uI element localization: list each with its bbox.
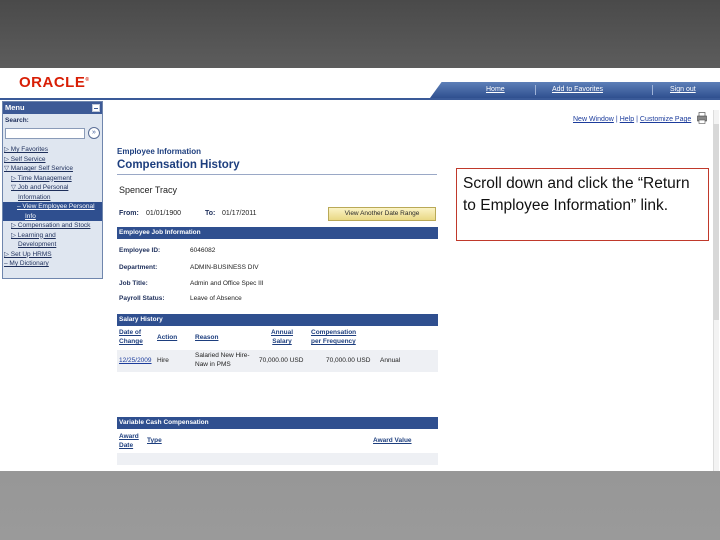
menu-item-self-service[interactable]: ▷ Self Service	[3, 155, 102, 165]
department-label: Department:	[119, 264, 158, 271]
salary-history-section-header: Salary History	[117, 314, 438, 326]
comp-value: 70,000.00 USD	[326, 357, 371, 364]
menu-search-input[interactable]	[5, 128, 85, 139]
col-comp-per-frequency[interactable]: Compensation per Frequency	[311, 328, 366, 346]
page-title: Compensation History	[117, 159, 240, 171]
breadcrumb: Employee Information	[117, 147, 202, 156]
view-another-date-range-button[interactable]: View Another Date Range	[328, 207, 436, 221]
nav-divider	[652, 85, 653, 95]
menu-item-setup-hrms[interactable]: ▷ Set Up HRMS	[3, 250, 102, 260]
table-row	[117, 453, 438, 465]
header-rule	[0, 98, 720, 100]
menu-tree: ▷ My Favorites ▷ Self Service ▽ Manager …	[3, 145, 102, 269]
scrollbar-thumb[interactable]	[713, 124, 719, 320]
action-value: Hire	[157, 357, 169, 364]
browser-viewport: ORACLE® Home Add to Favorites Sign out M…	[0, 68, 720, 471]
menu-item-time-management[interactable]: ▷ Time Management	[3, 174, 102, 184]
menu-item-manager-self-service[interactable]: ▽ Manager Self Service	[3, 164, 102, 174]
customize-page-link[interactable]: Customize Page	[640, 116, 691, 123]
job-title-label: Job Title:	[119, 280, 148, 287]
payroll-status-label: Payroll Status:	[119, 295, 165, 302]
menu-item-job-personal-cont[interactable]: Information	[3, 193, 102, 203]
col-type[interactable]: Type	[147, 436, 162, 445]
left-menu: Menu Search: » ▷ My Favorites ▷ Self Ser…	[2, 101, 103, 279]
from-date-value: 01/01/1900	[146, 210, 182, 217]
menu-item-my-dictionary[interactable]: – My Dictionary	[3, 259, 102, 269]
employee-name: Spencer Tracy	[119, 185, 178, 195]
menu-item-my-favorites[interactable]: ▷ My Favorites	[3, 145, 102, 155]
reason-value: Salaried New Hire-Naw in PMS	[195, 352, 250, 368]
menu-item-view-employee-personal[interactable]: – View Employee Personal	[3, 202, 102, 212]
employee-id-label: Employee ID:	[119, 247, 161, 254]
help-link[interactable]: Help	[620, 116, 634, 123]
menu-header: Menu	[3, 102, 102, 114]
employee-id-value: 6046082	[190, 247, 216, 254]
menu-item-compensation-stock[interactable]: ▷ Compensation and Stock	[3, 221, 102, 231]
title-divider	[117, 174, 437, 175]
to-label: To:	[205, 210, 216, 217]
variable-cash-section-header: Variable Cash Compensation	[117, 417, 438, 429]
oracle-logo: ORACLE®	[19, 74, 90, 91]
department-value: ADMIN-BUSINESS DIV	[190, 264, 259, 271]
page-utility-links: New Window | Help | Customize Page	[573, 116, 692, 123]
col-action[interactable]: Action	[157, 333, 177, 342]
menu-item-learning[interactable]: ▷ Learning and	[3, 231, 102, 241]
job-title-value: Admin and Office Spec III	[190, 280, 264, 287]
col-date-of-change[interactable]: Date of Change	[119, 328, 155, 346]
col-annual-salary[interactable]: Annual Salary	[268, 328, 296, 346]
menu-item-job-personal[interactable]: ▽ Job and Personal	[3, 183, 102, 193]
menu-item-learning-cont[interactable]: Development	[3, 240, 102, 250]
search-label: Search:	[5, 117, 29, 124]
slide-bottom-background	[0, 471, 720, 540]
job-info-section-header: Employee Job Information	[117, 227, 438, 239]
sign-out-link[interactable]: Sign out	[670, 86, 696, 93]
top-nav-bar: Home Add to Favorites Sign out	[430, 82, 720, 98]
to-date-value: 01/17/2011	[222, 210, 257, 217]
new-window-link[interactable]: New Window	[573, 116, 614, 123]
menu-title: Menu	[5, 103, 25, 112]
annual-salary-value: 70,000.00 USD	[259, 357, 304, 364]
col-reason[interactable]: Reason	[195, 333, 218, 342]
payroll-status-value: Leave of Absence	[190, 295, 242, 302]
from-label: From:	[119, 210, 139, 217]
search-go-icon[interactable]: »	[88, 127, 100, 139]
frequency-value: Annual	[380, 357, 401, 364]
printer-icon[interactable]	[697, 112, 707, 124]
menu-item-view-employee-personal-cont[interactable]: Info	[3, 211, 102, 221]
home-link[interactable]: Home	[486, 86, 505, 93]
collapse-menu-icon[interactable]	[92, 104, 100, 112]
col-award-date[interactable]: Award Date	[119, 432, 141, 450]
date-of-change-link[interactable]: 12/25/2009	[119, 357, 152, 366]
col-award-value[interactable]: Award Value	[373, 436, 412, 445]
top-header: ORACLE® Home Add to Favorites Sign out	[0, 68, 720, 98]
nav-divider	[535, 85, 536, 95]
add-to-favorites-link[interactable]: Add to Favorites	[552, 86, 603, 93]
instruction-callout: Scroll down and click the “Return to Emp…	[456, 168, 709, 241]
logo-text: ORACLE	[19, 74, 86, 91]
